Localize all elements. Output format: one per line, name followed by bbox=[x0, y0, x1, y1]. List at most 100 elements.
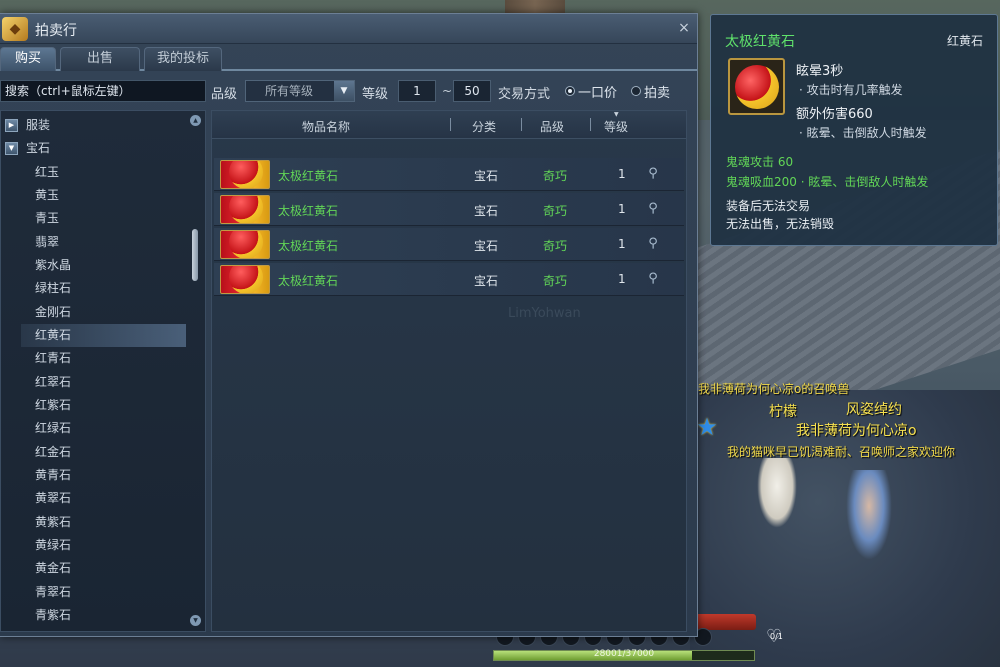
tree-item[interactable]: 紫水晶 bbox=[1, 254, 191, 277]
level-min-input[interactable]: 1 bbox=[398, 80, 436, 102]
tab-bar: 购买 出售 我的投标 bbox=[0, 45, 697, 71]
column-header-category[interactable]: 分类 bbox=[472, 118, 496, 135]
radio-fixed-price[interactable]: 一口价 bbox=[565, 81, 617, 101]
tab-buy[interactable]: 购买 bbox=[0, 47, 56, 71]
tooltip-bind-note: 无法出售，无法销毁 bbox=[726, 217, 835, 231]
search-input[interactable]: 搜索（ctrl+鼠标左键） bbox=[0, 80, 206, 102]
auction-emblem-icon: ◆ bbox=[2, 17, 28, 41]
tree-item-label: 红金石 bbox=[35, 445, 72, 459]
collapse-icon[interactable]: ▼ bbox=[5, 142, 18, 155]
item-grade: 奇巧 bbox=[543, 239, 568, 253]
radio-auction-label: 拍卖 bbox=[644, 85, 671, 101]
radio-fixed-price-label: 一口价 bbox=[578, 85, 618, 101]
tree-item-selected[interactable]: 红黄石 bbox=[21, 324, 186, 347]
tooltip-stat: 额外伤害660 bbox=[796, 107, 873, 122]
gem-icon bbox=[220, 195, 270, 224]
tooltip-stat-note: · 攻击时有几率触发 bbox=[799, 83, 903, 97]
item-name: 太极红黄石 bbox=[278, 169, 339, 183]
table-row[interactable]: 太极红黄石 宝石 奇巧 1 ⚲ bbox=[214, 158, 684, 191]
table-row[interactable]: 太极红黄石 宝石 奇巧 1 ⚲ bbox=[214, 193, 684, 226]
item-grade: 奇巧 bbox=[543, 169, 568, 183]
expand-icon[interactable]: ▶ bbox=[5, 119, 18, 132]
sort-arrow-icon[interactable]: ▼ bbox=[614, 111, 619, 118]
experience-text: 28001/37000 bbox=[593, 649, 655, 659]
tree-item[interactable]: 红金石 bbox=[1, 441, 191, 464]
tree-item[interactable]: 红绿石 bbox=[1, 417, 191, 440]
magnifier-icon[interactable]: ⚲ bbox=[645, 202, 661, 218]
tree-item-label: 绿柱石 bbox=[35, 281, 72, 295]
tree-item[interactable]: 黄金石 bbox=[1, 557, 191, 580]
tree-item[interactable]: 青紫石 bbox=[1, 604, 191, 627]
column-header-name[interactable]: 物品名称 bbox=[302, 118, 350, 135]
pet-name-label: 柠檬 bbox=[769, 404, 797, 420]
tree-item[interactable]: 青玉 bbox=[1, 207, 191, 230]
radio-dot bbox=[565, 86, 575, 96]
tree-item-clothing[interactable]: ▶ 服装 bbox=[1, 114, 191, 137]
tree-item[interactable]: 绿柱石 bbox=[1, 277, 191, 300]
grade-dropdown[interactable]: 所有等级 ▼ bbox=[245, 80, 355, 102]
tree-item[interactable]: 黄青石 bbox=[1, 464, 191, 487]
tree-item-label: 黄绿石 bbox=[35, 538, 72, 552]
tree-item-label: 紫水晶 bbox=[35, 258, 72, 272]
table-row[interactable]: 太极红黄石 宝石 奇巧 1 ⚲ bbox=[214, 228, 684, 261]
tree-item-label: 黄玉 bbox=[35, 188, 60, 202]
column-divider bbox=[521, 118, 522, 131]
tree-item[interactable]: 青翠石 bbox=[1, 581, 191, 604]
item-name: 太极红黄石 bbox=[278, 204, 339, 218]
tree-item[interactable]: 黄绿石 bbox=[1, 534, 191, 557]
table-row[interactable]: 太极红黄石 宝石 奇巧 1 ⚲ bbox=[214, 263, 684, 296]
tree-item[interactable]: 黄紫石 bbox=[1, 511, 191, 534]
magnifier-icon[interactable]: ⚲ bbox=[645, 167, 661, 183]
tree-item-label: 青紫石 bbox=[35, 608, 72, 622]
player-name-label: 我非薄荷为何心凉o bbox=[796, 423, 917, 439]
scroll-down-icon[interactable]: ▼ bbox=[190, 615, 201, 626]
tree-item-gems[interactable]: ▼ 宝石 bbox=[1, 137, 191, 160]
tree-item-label: 红紫石 bbox=[35, 398, 72, 412]
column-header-level[interactable]: 等级 bbox=[604, 118, 628, 135]
gem-icon bbox=[728, 58, 785, 115]
title-bar[interactable]: ◆ 拍卖行 × bbox=[0, 14, 697, 44]
magnifier-icon[interactable]: ⚲ bbox=[645, 237, 661, 253]
close-icon[interactable]: × bbox=[677, 21, 691, 35]
column-divider bbox=[590, 118, 591, 131]
tree-item-label: 黄金石 bbox=[35, 561, 72, 575]
tab-my-bids[interactable]: 我的投标 bbox=[144, 47, 222, 71]
tree-item-label: 青翠石 bbox=[35, 585, 72, 599]
player-character[interactable] bbox=[846, 470, 892, 560]
tree-item[interactable]: 黄翠石 bbox=[1, 487, 191, 510]
tree-item-label: 红青石 bbox=[35, 351, 72, 365]
tree-scrollbar[interactable]: ▲ ▼ bbox=[188, 111, 202, 631]
item-level: 1 bbox=[618, 167, 626, 181]
category-tree: ▶ 服装 ▼ 宝石 红玉 黄玉 青玉 翡翠 紫水晶 绿柱石 金刚石 红黄石 红青… bbox=[0, 110, 206, 632]
tab-sell[interactable]: 出售 bbox=[60, 47, 140, 71]
watermark-text: LimYohwan bbox=[508, 306, 581, 321]
pet-owner-label: 我非薄荷为何心凉o的召唤兽 bbox=[698, 382, 850, 396]
scroll-thumb[interactable] bbox=[192, 229, 198, 281]
tree-item[interactable]: 金刚石 bbox=[1, 301, 191, 324]
level-range-separator: ~ bbox=[442, 84, 453, 98]
tooltip-item-name: 太极红黄石 bbox=[725, 34, 795, 50]
item-category: 宝石 bbox=[474, 169, 499, 183]
tree-item[interactable]: 红翠石 bbox=[1, 371, 191, 394]
tree-item[interactable]: 红玉 bbox=[1, 161, 191, 184]
tree-item-label: 红翠石 bbox=[35, 375, 72, 389]
tree-item[interactable]: 黄玉 bbox=[1, 184, 191, 207]
trade-method-label: 交易方式 bbox=[498, 87, 551, 102]
tree-item[interactable]: 翡翠 bbox=[1, 231, 191, 254]
tree-item[interactable]: 红紫石 bbox=[1, 394, 191, 417]
magnifier-icon[interactable]: ⚲ bbox=[645, 272, 661, 288]
radio-auction[interactable]: 拍卖 bbox=[631, 81, 670, 101]
scroll-up-icon[interactable]: ▲ bbox=[190, 115, 201, 126]
pet-character[interactable] bbox=[757, 458, 797, 528]
grade-label: 品级 bbox=[211, 87, 238, 102]
gem-icon bbox=[220, 230, 270, 259]
tooltip-bonus: 鬼魂攻击 60 bbox=[726, 155, 794, 169]
column-header-grade[interactable]: 品级 bbox=[540, 118, 564, 135]
level-max-input[interactable]: 50 bbox=[453, 80, 491, 102]
chevron-down-icon[interactable]: ▼ bbox=[334, 81, 354, 101]
tree-item[interactable]: 红青石 bbox=[1, 347, 191, 370]
item-level: 1 bbox=[618, 237, 626, 251]
player-title-label: 风姿绰约 bbox=[846, 402, 902, 418]
tooltip-bonus: 鬼魂吸血200 · 眩晕、击倒敌人时触发 bbox=[726, 175, 929, 189]
tree-item-label: 红黄石 bbox=[35, 328, 72, 342]
